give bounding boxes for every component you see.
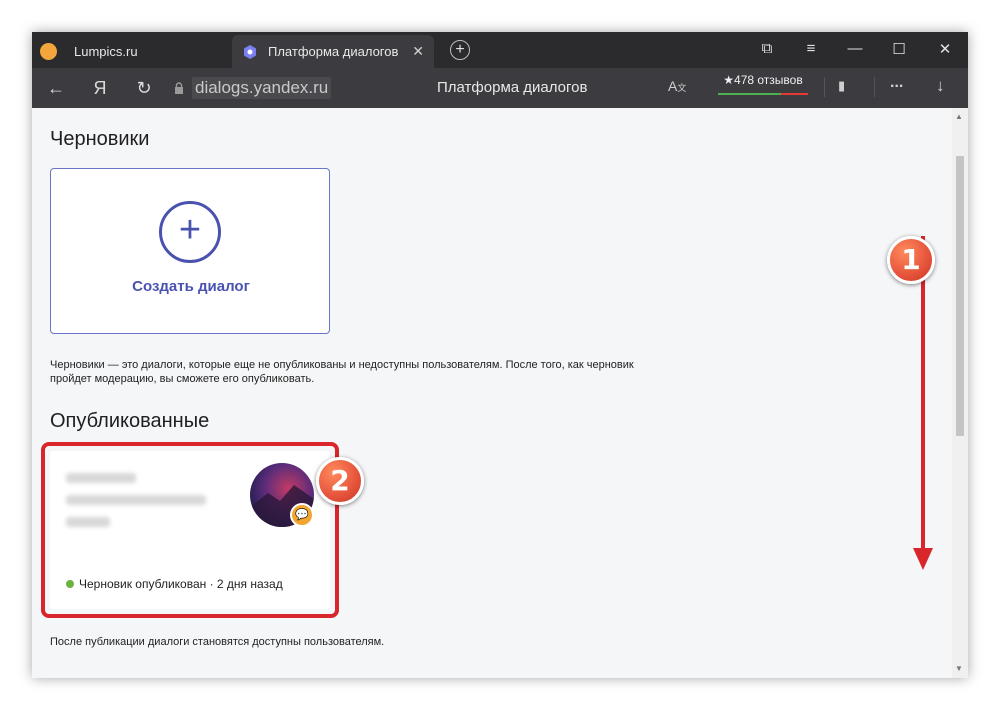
step-1-badge: 1 (887, 236, 935, 284)
download-icon[interactable]: ↓ (936, 76, 945, 96)
scroll-up-icon[interactable]: ▲ (955, 112, 963, 121)
orange-circle-icon (40, 43, 57, 60)
tab-title: Lumpics.ru (74, 44, 138, 59)
reload-icon[interactable]: ↻ (132, 78, 156, 99)
create-dialog-card[interactable]: + Создать диалог (50, 168, 330, 334)
close-window-icon[interactable]: ✕ (934, 40, 956, 58)
tab-title: Платформа диалогов (268, 44, 399, 59)
highlight-frame (41, 442, 339, 618)
published-note: После публикации диалоги становятся дост… (50, 636, 385, 648)
new-tab-button[interactable]: + (450, 40, 470, 60)
plus-icon: + (159, 201, 221, 263)
reviews-badge[interactable]: ★478 отзывов (718, 73, 808, 99)
yandex-icon[interactable]: Я (88, 78, 112, 99)
rating-bar (718, 93, 808, 95)
divider (874, 77, 875, 97)
tab-dialogs[interactable]: Платформа диалогов ✕ (232, 35, 434, 68)
tab-close-icon[interactable]: ✕ (412, 43, 424, 60)
step-2-badge: 2 (316, 457, 364, 505)
scroll-thumb[interactable] (956, 156, 964, 436)
lock-icon (175, 82, 183, 94)
tab-bar: Lumpics.ru Платформа диалогов ✕ + ⧉ ≡ — … (32, 32, 968, 68)
bookmark-icon[interactable]: ▮ (838, 78, 845, 94)
page-content: Черновики + Создать диалог Черновики — э… (32, 108, 952, 678)
scroll-down-arrow-icon (913, 236, 933, 570)
divider (824, 77, 825, 97)
scroll-down-icon[interactable]: ▼ (955, 664, 963, 673)
more-icon[interactable]: ... (890, 74, 903, 92)
page-title: Платформа диалогов (437, 79, 588, 96)
maximize-icon[interactable]: ☐ (888, 40, 910, 58)
drafts-note: Черновики — это диалоги, которые еще не … (50, 359, 634, 385)
address-bar: ← Я ↻ dialogs.yandex.ru Платформа диалог… (32, 68, 968, 108)
url-text: dialogs.yandex.ru (192, 77, 332, 99)
scrollbar[interactable]: ▲ ▼ (952, 108, 968, 678)
yandex-dialogs-icon (242, 44, 258, 60)
create-dialog-label: Создать диалог (132, 278, 250, 295)
bookmarks-icon[interactable]: ⧉ (756, 40, 778, 57)
minimize-icon[interactable]: — (844, 40, 866, 57)
tab-lumpics[interactable]: Lumpics.ru (32, 35, 232, 68)
translate-icon[interactable]: A文 (668, 78, 686, 94)
reviews-text: ★478 отзывов (723, 73, 803, 87)
drafts-heading: Черновики (50, 128, 150, 150)
menu-icon[interactable]: ≡ (800, 40, 822, 57)
browser-window: Lumpics.ru Платформа диалогов ✕ + ⧉ ≡ — … (32, 32, 968, 678)
published-heading: Опубликованные (50, 410, 210, 432)
url-field[interactable]: dialogs.yandex.ru (170, 75, 337, 101)
back-icon[interactable]: ← (44, 78, 68, 99)
